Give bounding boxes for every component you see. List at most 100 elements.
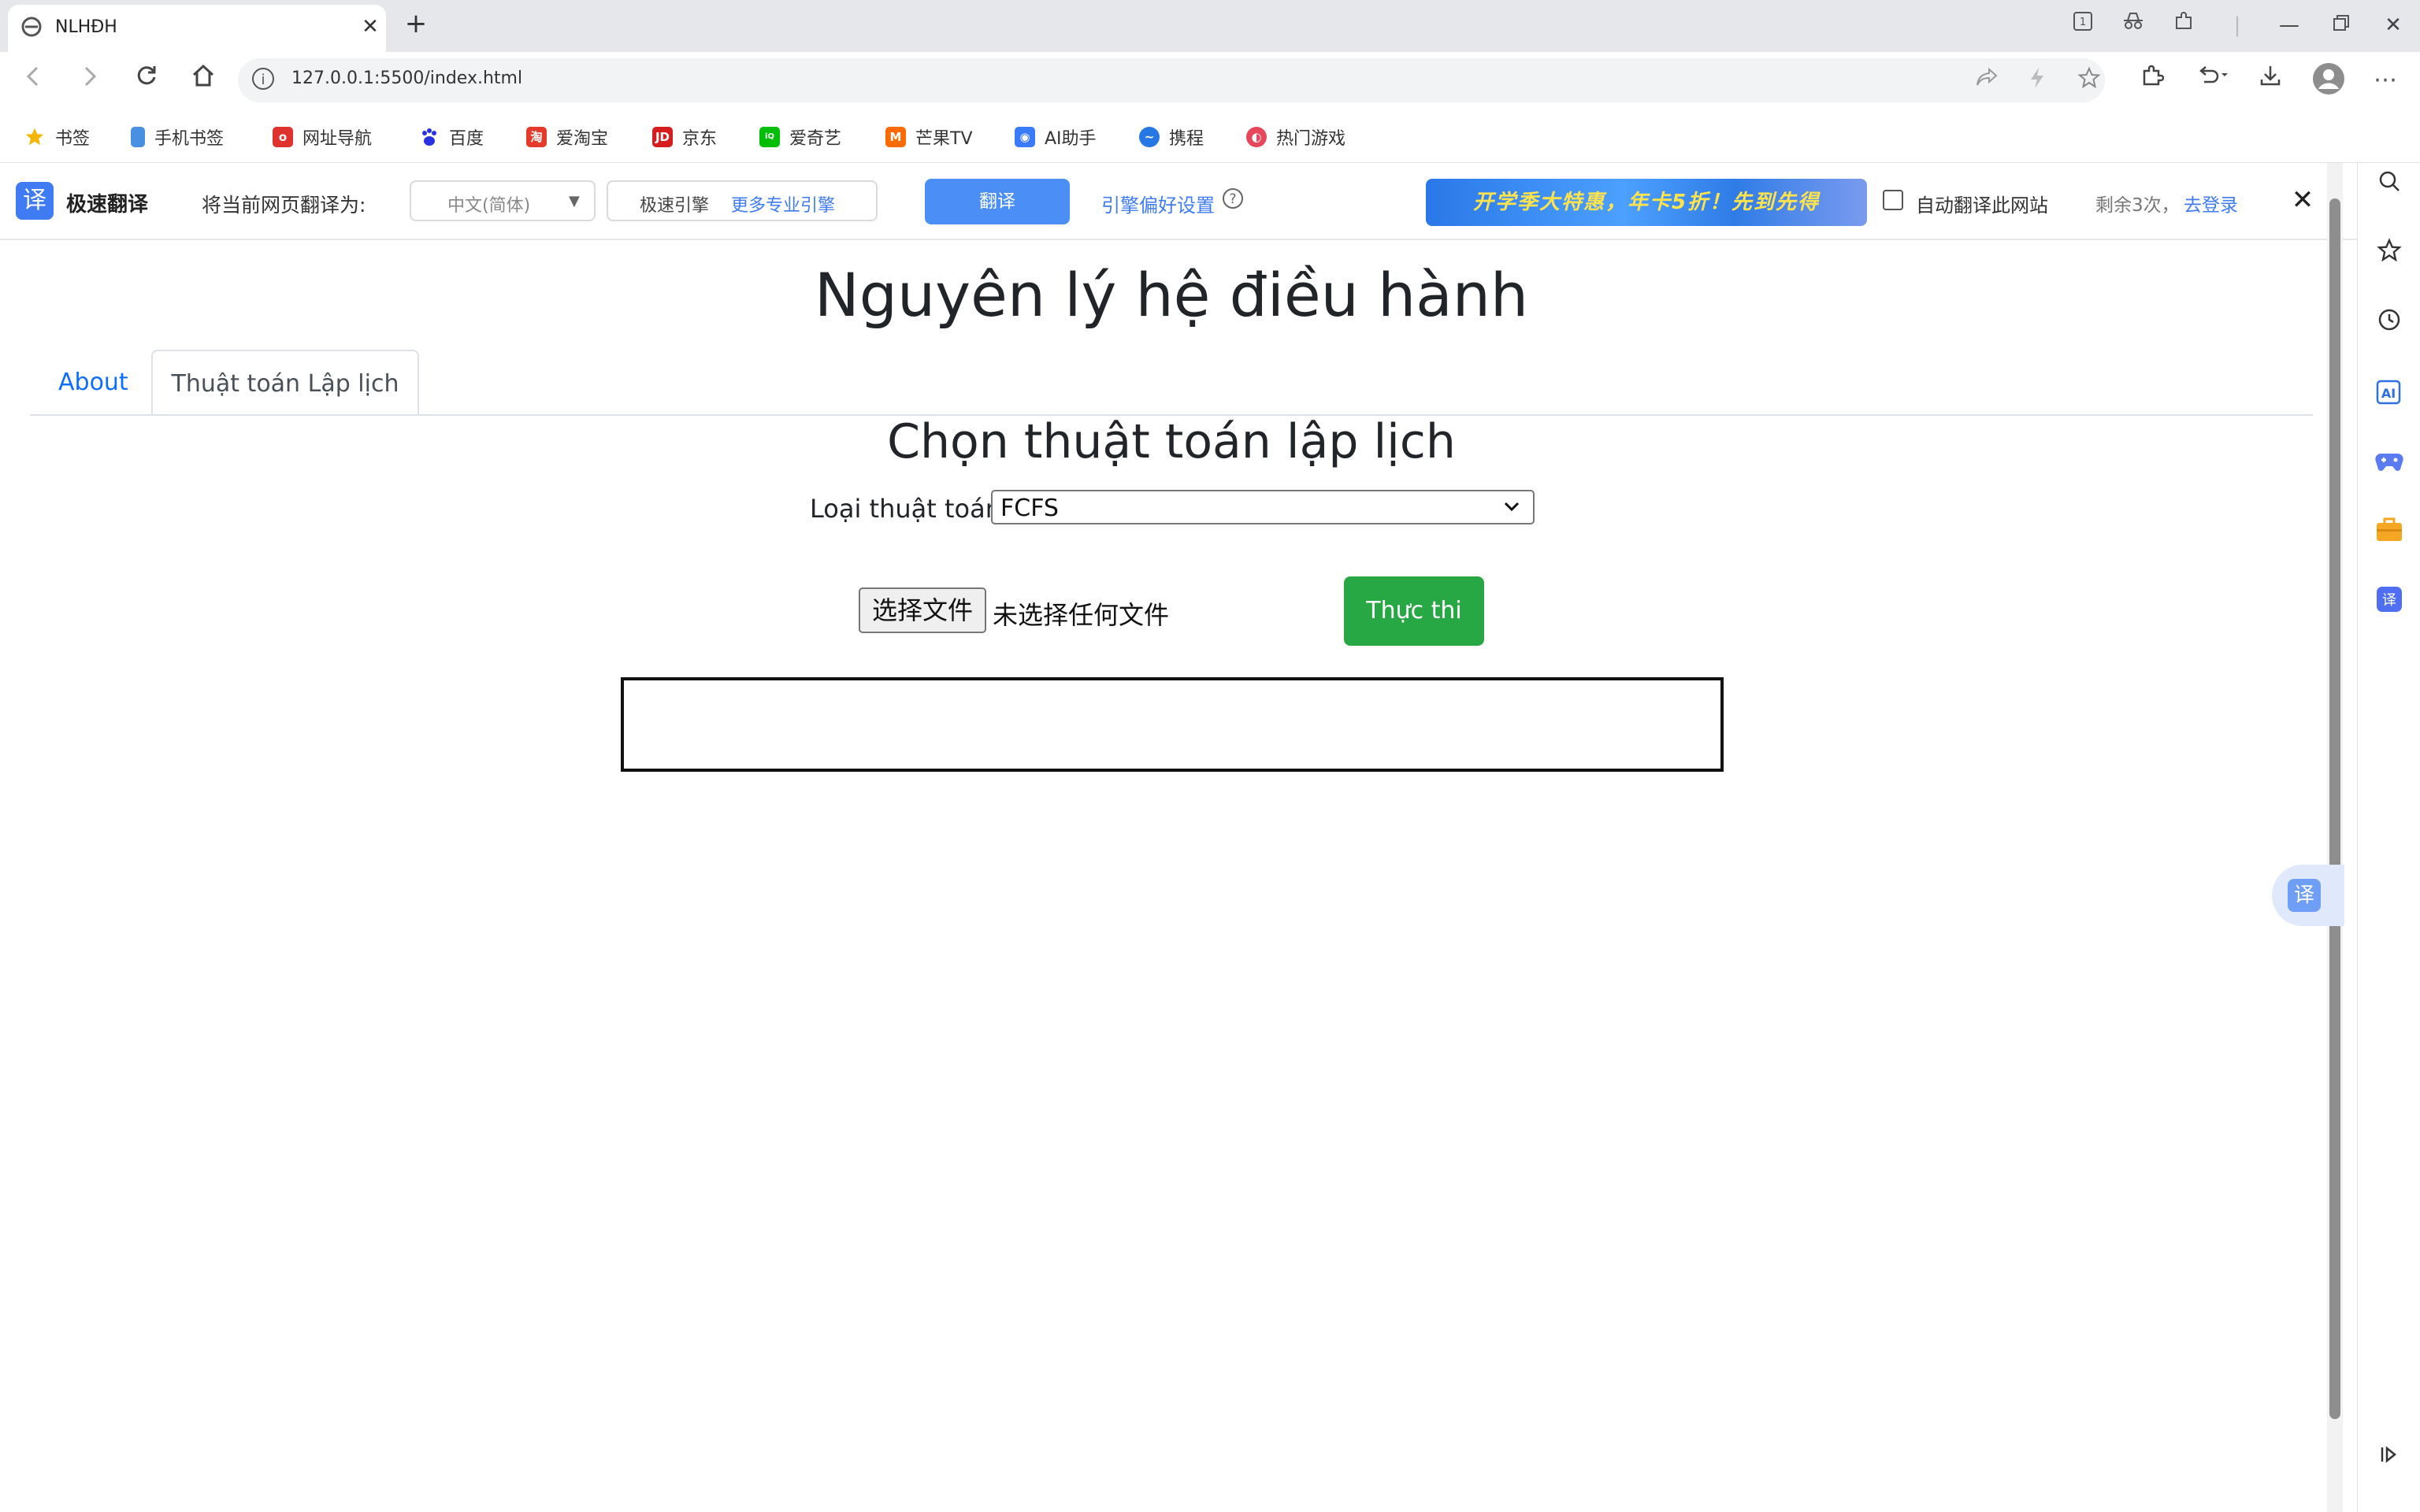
file-status-text: 未选择任何文件: [993, 600, 1170, 630]
download-icon[interactable]: [2251, 61, 2289, 99]
choose-file-button[interactable]: 选择文件: [859, 587, 986, 633]
ai-icon[interactable]: AI: [2370, 377, 2408, 415]
tab-title: NLHĐH: [55, 17, 117, 37]
close-window-button[interactable]: ✕: [2379, 11, 2407, 39]
url-text[interactable]: 127.0.0.1:5500/index.html: [291, 69, 522, 88]
window-separator: |: [2233, 13, 2241, 37]
collapse-panel-icon[interactable]: [2370, 1440, 2408, 1478]
translate-button[interactable]: 翻译: [925, 179, 1070, 224]
profile-avatar-icon[interactable]: [2310, 61, 2348, 99]
bookmark-item-ctrip[interactable]: ~ 携程: [1139, 121, 1204, 153]
more-engines-link[interactable]: 更多专业引擎: [731, 191, 835, 217]
section-title: Chọn thuật toán lập lịch: [887, 414, 1456, 469]
bookmark-label: AI助手: [1045, 129, 1097, 149]
algorithm-select[interactable]: FCFS: [991, 490, 1535, 524]
bookmark-label: 携程: [1169, 129, 1204, 149]
browser-tab[interactable]: NLHĐH ✕: [8, 5, 386, 52]
bookmark-item-taobao[interactable]: 淘 爱淘宝: [526, 121, 608, 153]
target-language-select[interactable]: 中文(简体) ▼: [410, 180, 596, 221]
tab-close-icon[interactable]: ✕: [358, 14, 383, 39]
new-tab-button[interactable]: +: [402, 9, 430, 38]
undo-menu-icon[interactable]: [2195, 61, 2233, 99]
bookmark-label: 芒果TV: [915, 129, 973, 149]
mango-icon: M: [885, 127, 906, 147]
bookmark-item-mobile[interactable]: 手机书签: [131, 121, 224, 153]
translate-side-icon[interactable]: 译: [2370, 585, 2408, 623]
bookmark-item-mangotv[interactable]: M 芒果TV: [885, 121, 973, 153]
svg-text:1: 1: [2080, 17, 2086, 28]
bookmark-item-navigation[interactable]: o 网址导航: [273, 121, 372, 153]
game-icon: ◐: [1246, 127, 1267, 147]
auto-translate-label[interactable]: 自动翻译此网站: [1916, 190, 2048, 217]
lightning-icon[interactable]: [2023, 66, 2051, 94]
bookmark-label: 手机书签: [154, 129, 225, 149]
translate-target-label: 将当前网页翻译为:: [202, 194, 366, 217]
search-icon[interactable]: [2370, 168, 2408, 206]
bookmark-item-bookmarks[interactable]: 书签: [24, 121, 90, 153]
login-link[interactable]: 去登录: [2184, 190, 2238, 217]
bookmark-label: 百度: [449, 129, 484, 149]
share-icon[interactable]: [1973, 66, 2001, 94]
page-title: Nguyên lý hệ điều hành: [814, 260, 1529, 330]
execute-button[interactable]: Thực thi: [1344, 576, 1484, 646]
floating-translate-button[interactable]: 译: [2272, 865, 2344, 926]
reload-button[interactable]: [128, 61, 165, 99]
bookmark-item-iqiyi[interactable]: iQ 爱奇艺: [759, 121, 841, 153]
home-button[interactable]: [184, 61, 222, 99]
browser-logo-icon: [21, 17, 42, 37]
close-translate-bar-icon[interactable]: ✕: [2285, 182, 2321, 218]
jd-icon: JD: [652, 127, 673, 147]
phone-icon: [131, 127, 145, 147]
extensions-icon[interactable]: [2133, 61, 2171, 99]
address-bar[interactable]: i 127.0.0.1:5500/index.html: [238, 58, 2105, 102]
back-button[interactable]: [14, 61, 52, 99]
promo-banner[interactable]: 开学季大特惠，年卡5折！先到先得: [1426, 179, 1867, 226]
history-icon[interactable]: [2370, 306, 2408, 344]
algorithm-selected-value: FCFS: [1000, 495, 1059, 522]
engine-preferences-link[interactable]: 引擎偏好设置: [1101, 190, 1215, 217]
tab-scheduling-algorithms[interactable]: Thuật toán Lập lịch: [151, 350, 419, 416]
help-icon[interactable]: ?: [1223, 188, 1243, 209]
tab-strip: NLHĐH ✕ + 1 | — ✕: [0, 0, 2420, 52]
baidu-icon: [422, 128, 436, 146]
extension-icon[interactable]: [2169, 11, 2198, 39]
gamepad-icon[interactable]: [2370, 447, 2408, 484]
site-info-icon[interactable]: i: [252, 68, 274, 90]
bookmark-item-ai-assistant[interactable]: ◉ AI助手: [1015, 121, 1097, 153]
bookmark-label: 书签: [55, 129, 91, 149]
bookmark-item-hot-games[interactable]: ◐ 热门游戏: [1246, 121, 1345, 153]
minimize-button[interactable]: —: [2275, 11, 2303, 39]
toolbox-icon[interactable]: [2370, 516, 2408, 554]
tab-count-icon[interactable]: 1: [2069, 11, 2097, 39]
iqiyi-icon: iQ: [759, 127, 780, 147]
scrollbar-thumb[interactable]: [2329, 198, 2340, 1419]
navigation-bar: i 127.0.0.1:5500/index.html ⋯: [0, 52, 2420, 112]
bookmark-label: 热门游戏: [1276, 129, 1346, 149]
translate-logo-icon: 译: [16, 182, 54, 220]
algorithm-label: Loại thuật toán:: [810, 494, 1010, 524]
bookmark-label: 爱奇艺: [789, 129, 842, 149]
bookmark-star-icon[interactable]: [2075, 66, 2103, 94]
svg-text:译: 译: [2382, 592, 2396, 609]
ctrip-icon: ~: [1139, 127, 1160, 147]
tab-about[interactable]: About: [32, 350, 155, 416]
dropdown-arrow-icon: ▼: [569, 193, 580, 209]
ai-icon: ◉: [1015, 127, 1035, 147]
incognito-icon[interactable]: [2119, 11, 2147, 39]
bookmark-label: 网址导航: [302, 129, 373, 149]
svg-text:AI: AI: [2381, 386, 2396, 401]
bookmark-item-baidu[interactable]: 百度: [419, 121, 484, 153]
restore-button[interactable]: [2327, 11, 2355, 39]
auto-translate-checkbox[interactable]: [1883, 190, 1903, 210]
chevron-down-icon: [1504, 502, 1520, 512]
target-language-value: 中文(简体): [447, 196, 531, 216]
taobao-icon: 淘: [526, 127, 547, 147]
bookmark-item-jd[interactable]: JD 京东: [652, 121, 717, 153]
more-menu-icon[interactable]: ⋯: [2366, 61, 2404, 99]
engine-selector[interactable]: 极速引擎 更多专业引擎: [607, 180, 878, 221]
favorites-star-icon[interactable]: [2370, 237, 2408, 275]
translate-product-name: 极速翻译: [66, 193, 149, 217]
forward-button[interactable]: [71, 61, 109, 99]
engine-current[interactable]: 极速引擎: [640, 191, 709, 217]
translate-icon: 译: [2288, 879, 2321, 912]
